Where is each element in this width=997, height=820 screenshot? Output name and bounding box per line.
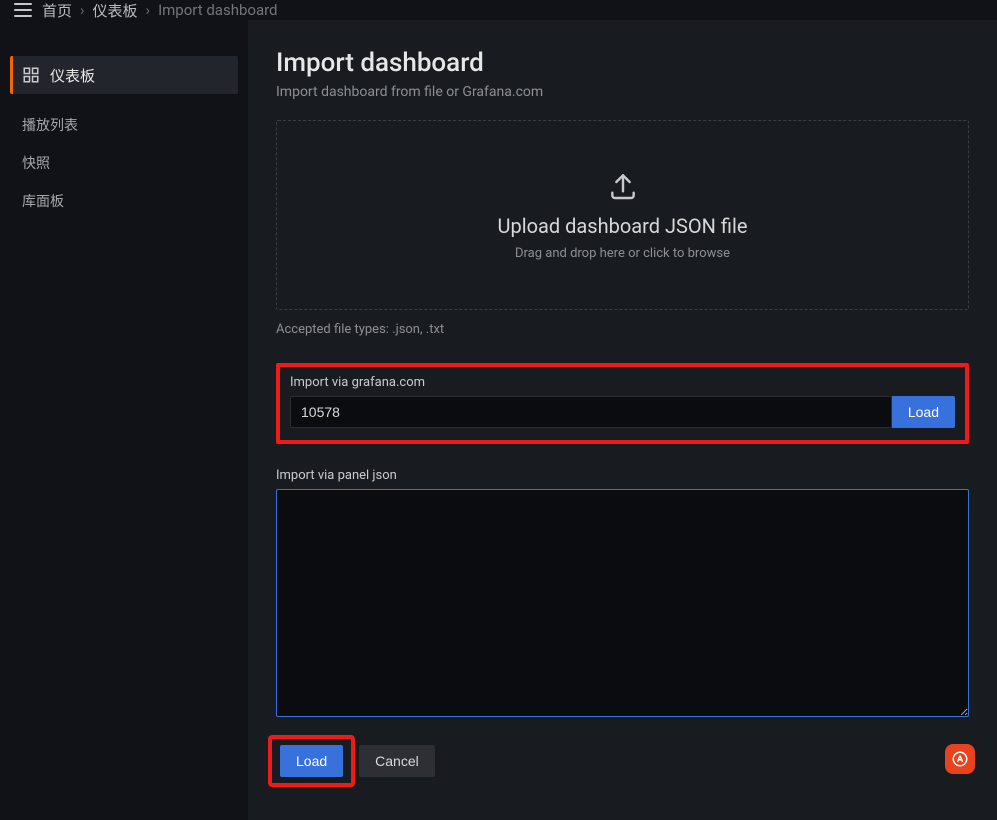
breadcrumb-dashboards[interactable]: 仪表板 bbox=[93, 0, 138, 21]
upload-dropzone[interactable]: Upload dashboard JSON file Drag and drop… bbox=[276, 120, 969, 310]
panel-json-label: Import via panel json bbox=[276, 468, 969, 483]
dropzone-hint: Drag and drop here or click to browse bbox=[515, 246, 730, 261]
apps-icon bbox=[22, 66, 40, 84]
highlight-load-button: Load bbox=[268, 735, 355, 787]
load-button[interactable]: Load bbox=[280, 745, 343, 777]
sidebar-item-label: 库面板 bbox=[22, 191, 64, 211]
sidebar-item-playlists[interactable]: 播放列表 bbox=[10, 106, 238, 144]
sidebar-item-label: 播放列表 bbox=[22, 115, 78, 135]
chevron-right-icon: › bbox=[80, 1, 85, 19]
panel-json-textarea[interactable] bbox=[276, 489, 969, 717]
grafana-load-button[interactable]: Load bbox=[892, 396, 955, 428]
menu-icon[interactable] bbox=[14, 3, 32, 17]
breadcrumb-home[interactable]: 首页 bbox=[42, 0, 72, 21]
sidebar-item-label: 快照 bbox=[22, 153, 50, 173]
breadcrumb-current: Import dashboard bbox=[158, 1, 277, 19]
grafana-import-label: Import via grafana.com bbox=[290, 375, 955, 390]
sidebar: 仪表板 播放列表 快照 库面板 bbox=[0, 20, 248, 820]
sidebar-item-dashboards[interactable]: 仪表板 bbox=[10, 56, 238, 94]
topbar: 首页 › 仪表板 › Import dashboard bbox=[0, 0, 997, 20]
ai-assistant-badge[interactable] bbox=[945, 744, 975, 774]
highlight-grafana-import: Import via grafana.com Load bbox=[276, 363, 969, 444]
accepted-file-types: Accepted file types: .json, .txt bbox=[276, 322, 969, 337]
grafana-id-input[interactable] bbox=[290, 396, 892, 428]
sidebar-item-library-panels[interactable]: 库面板 bbox=[10, 182, 238, 220]
action-row: Load Cancel bbox=[276, 741, 969, 781]
page-title: Import dashboard bbox=[276, 48, 969, 78]
cancel-button[interactable]: Cancel bbox=[359, 745, 435, 777]
breadcrumb: 首页 › 仪表板 › Import dashboard bbox=[42, 0, 278, 21]
upload-icon bbox=[607, 170, 639, 206]
chevron-right-icon: › bbox=[146, 1, 151, 19]
sidebar-item-label: 仪表板 bbox=[50, 65, 95, 86]
dropzone-title: Upload dashboard JSON file bbox=[498, 214, 748, 238]
main-content: Import dashboard Import dashboard from f… bbox=[248, 20, 997, 820]
sidebar-item-snapshots[interactable]: 快照 bbox=[10, 144, 238, 182]
panel-json-section: Import via panel json bbox=[276, 468, 969, 721]
page-subtitle: Import dashboard from file or Grafana.co… bbox=[276, 84, 969, 100]
